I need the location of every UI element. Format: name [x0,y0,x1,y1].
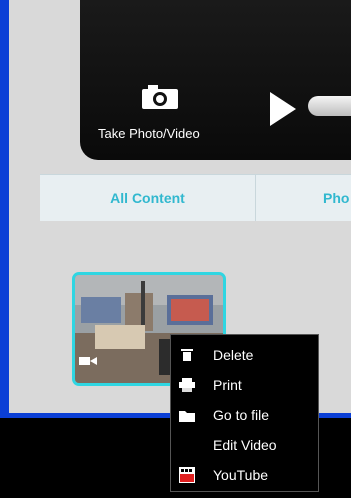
menu-item-label: Edit Video [213,437,277,453]
menu-item-youtube[interactable]: YouTube [171,460,320,490]
menu-item-label: Print [213,377,242,393]
menu-item-delete[interactable]: Delete [171,340,320,370]
play-icon[interactable] [270,92,296,126]
menu-item-label: Delete [213,347,254,363]
content-tabs: All Content Pho [40,174,351,222]
video-camera-icon [79,357,97,365]
menu-item-print[interactable]: Print [171,370,320,400]
folder-icon [179,407,195,423]
menu-item-go-to-file[interactable]: Go to file [171,400,320,430]
camera-icon[interactable] [140,83,180,111]
empty-icon [179,437,195,453]
menu-item-edit-video[interactable]: Edit Video [171,430,320,460]
menu-item-label: Go to file [213,407,270,423]
menu-item-label: YouTube [213,467,269,483]
tab-all-content[interactable]: All Content [40,175,256,221]
youtube-icon [179,467,195,483]
context-menu: Delete Print Go to file Edit Video YouTu… [170,334,319,492]
tab-photo[interactable]: Pho [323,175,351,221]
slider-track[interactable] [308,96,351,116]
trash-icon [179,347,195,363]
camera-panel: Take Photo/Video [80,0,351,160]
take-photo-video-label[interactable]: Take Photo/Video [98,126,200,141]
printer-icon [179,377,195,393]
